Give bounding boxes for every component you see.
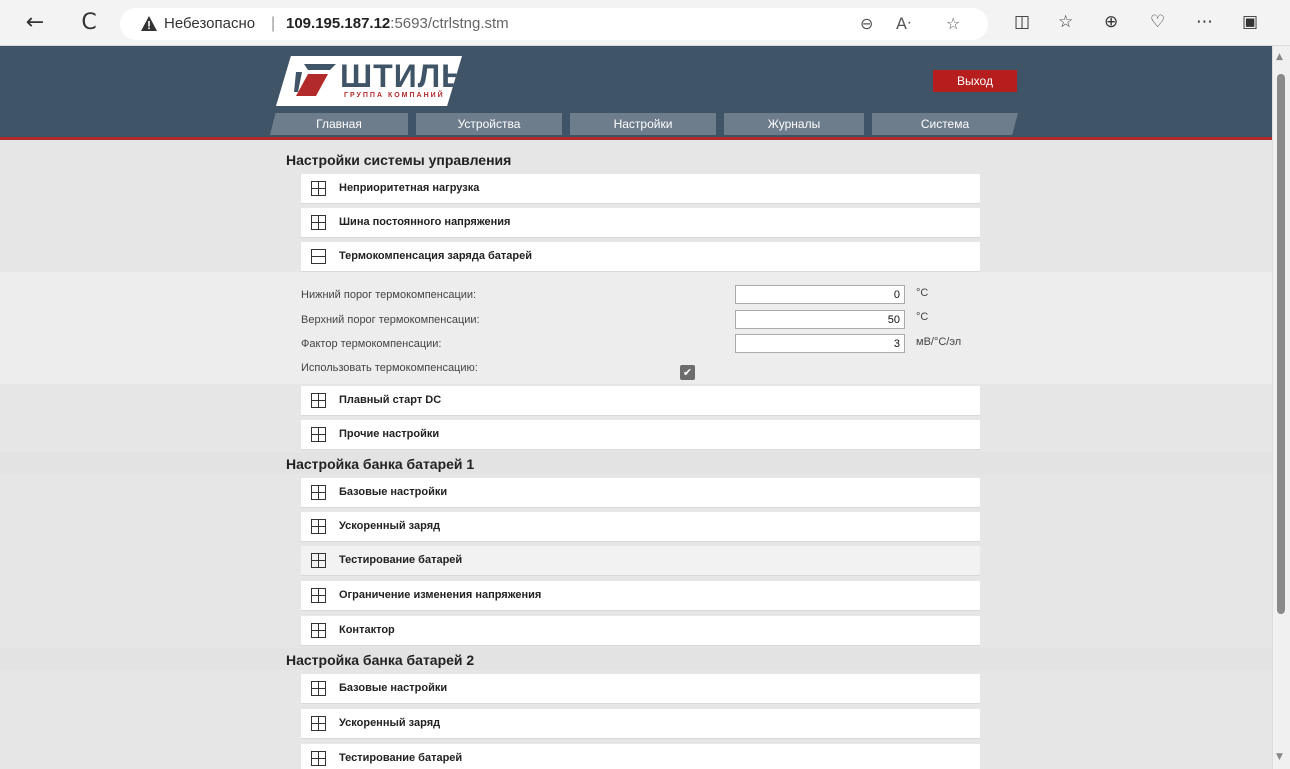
warning-icon <box>141 16 157 31</box>
read-aloud-icon[interactable]: Aᐧ <box>896 14 911 33</box>
expand-plus-icon <box>311 588 326 603</box>
accordion-label: Прочие настройки <box>339 428 440 440</box>
expand-plus-icon <box>311 681 326 696</box>
accordion-label: Термокомпенсация заряда батарей <box>339 250 533 262</box>
expand-plus-icon <box>311 485 326 500</box>
logo-subtitle: ГРУППА КОМПАНИЙ <box>344 92 445 99</box>
site-header: ШТИЛЬ ГРУППА КОМПАНИЙ Выход Главная Устр… <box>0 46 1272 140</box>
accordion-label: Неприоритетная нагрузка <box>339 182 480 194</box>
unit-lower-threshold: °C <box>916 287 929 299</box>
address-separator: | <box>271 15 276 32</box>
accordion-item-bank1-contactor[interactable]: Контактор <box>301 616 980 646</box>
upper-threshold-input[interactable] <box>735 310 905 329</box>
section-title-battery-bank-2: Настройка банка батарей 2 <box>286 652 475 668</box>
field-label-use-thermo: Использовать термокомпенсацию: <box>301 362 478 374</box>
expand-plus-icon <box>311 519 326 534</box>
field-label-upper-threshold: Верхний порог термокомпенсации: <box>301 314 480 326</box>
url-text[interactable]: 109.195.187.12:5693/ctrlstng.stm <box>286 15 509 32</box>
accordion-item-other[interactable]: Прочие настройки <box>301 420 980 450</box>
use-thermo-checkbox[interactable]: ✔ <box>680 365 695 380</box>
expand-plus-icon <box>311 553 326 568</box>
tab-settings[interactable]: Настройки <box>570 113 716 135</box>
performance-icon[interactable]: ♡ <box>1150 12 1165 32</box>
logo[interactable]: ШТИЛЬ ГРУППА КОМПАНИЙ <box>276 56 462 106</box>
favorites-icon[interactable]: ☆ <box>1058 12 1073 32</box>
back-arrow-icon[interactable]: ← <box>22 10 48 36</box>
expand-plus-icon <box>311 623 326 638</box>
accordion-item-dc-bus[interactable]: Шина постоянного напряжения <box>301 208 980 238</box>
accordion-item-bank2-boost[interactable]: Ускоренный заряд <box>301 709 980 739</box>
split-screen-icon[interactable]: ◫ <box>1014 12 1030 32</box>
accordion-item-bank1-boost[interactable]: Ускоренный заряд <box>301 512 980 542</box>
scroll-down-arrow-icon[interactable]: ▼ <box>1276 752 1283 762</box>
field-label-lower-threshold: Нижний порог термокомпенсации: <box>301 289 477 301</box>
section-band <box>0 452 1272 474</box>
url-port: :5693 <box>390 15 428 32</box>
tab-logs[interactable]: Журналы <box>724 113 864 135</box>
expand-plus-icon <box>311 393 326 408</box>
address-bar[interactable]: Небезопасно | 109.195.187.12:5693/ctrlst… <box>120 8 988 40</box>
exit-button[interactable]: Выход <box>933 70 1017 92</box>
accordion-item-nonpriority-load[interactable]: Неприоритетная нагрузка <box>301 174 980 204</box>
section-title-control-system: Настройки системы управления <box>286 152 512 168</box>
url-path: /ctrlstng.stm <box>427 15 509 32</box>
accordion-label: Плавный старт DC <box>339 394 442 406</box>
sidebar-icon[interactable]: ▣ <box>1242 12 1258 32</box>
vertical-scrollbar[interactable]: ▲ ▼ <box>1272 46 1290 769</box>
accordion-label: Ограничение изменения напряжения <box>339 589 542 601</box>
zoom-out-icon[interactable]: ⊖ <box>860 14 873 33</box>
favorite-star-icon[interactable]: ☆ <box>946 14 960 33</box>
factor-input[interactable] <box>735 334 905 353</box>
accordion-label: Контактор <box>339 624 395 636</box>
accordion-label: Базовые настройки <box>339 682 448 694</box>
tab-system[interactable]: Система <box>872 113 1018 135</box>
expand-plus-icon <box>311 427 326 442</box>
accordion-item-soft-start[interactable]: Плавный старт DC <box>301 386 980 416</box>
url-host: 109.195.187.12 <box>286 15 391 32</box>
accordion-item-thermo-compensation[interactable]: Термокомпенсация заряда батарей <box>301 242 980 272</box>
web-page: ШТИЛЬ ГРУППА КОМПАНИЙ Выход Главная Устр… <box>0 46 1272 769</box>
scroll-up-arrow-icon[interactable]: ▲ <box>1276 52 1283 62</box>
accordion-label: Тестирование батарей <box>339 554 463 566</box>
accordion-label: Шина постоянного напряжения <box>339 216 511 228</box>
logo-text: ШТИЛЬ <box>340 58 466 94</box>
accordion-item-bank1-voltage-limit[interactable]: Ограничение изменения напряжения <box>301 581 980 611</box>
browser-toolbar: ← C Небезопасно | 109.195.187.12:5693/ct… <box>0 0 1290 46</box>
logo-mark-icon <box>294 64 336 96</box>
lower-threshold-input[interactable] <box>735 285 905 304</box>
accordion-item-bank2-basic[interactable]: Базовые настройки <box>301 674 980 704</box>
unit-upper-threshold: °C <box>916 311 929 323</box>
expand-plus-icon <box>311 751 326 766</box>
accordion-label: Тестирование батарей <box>339 752 463 764</box>
accordion-label: Базовые настройки <box>339 486 448 498</box>
expand-plus-icon <box>311 181 326 196</box>
expand-plus-icon <box>311 215 326 230</box>
accordion-label: Ускоренный заряд <box>339 520 441 532</box>
accordion-item-bank2-testing[interactable]: Тестирование батарей <box>301 744 980 769</box>
tab-devices[interactable]: Устройства <box>416 113 562 135</box>
thermo-compensation-panel <box>0 272 1272 384</box>
expand-plus-icon <box>311 716 326 731</box>
field-label-factor: Фактор термокомпенсации: <box>301 338 442 350</box>
collapse-minus-icon <box>311 249 326 264</box>
accordion-item-bank1-basic[interactable]: Базовые настройки <box>301 478 980 508</box>
accordion-item-bank1-testing[interactable]: Тестирование батарей <box>301 546 980 576</box>
section-title-battery-bank-1: Настройка банка батарей 1 <box>286 456 475 472</box>
more-icon[interactable]: ⋯ <box>1196 12 1213 32</box>
tab-main[interactable]: Главная <box>270 113 408 135</box>
accordion-label: Ускоренный заряд <box>339 717 441 729</box>
reload-icon[interactable]: C <box>76 10 102 36</box>
unit-factor: мВ/°C/эл <box>916 336 962 348</box>
scroll-thumb[interactable] <box>1277 74 1285 614</box>
insecure-label: Небезопасно <box>164 15 256 32</box>
collections-icon[interactable]: ⊕ <box>1104 12 1118 32</box>
section-band <box>0 648 1272 670</box>
